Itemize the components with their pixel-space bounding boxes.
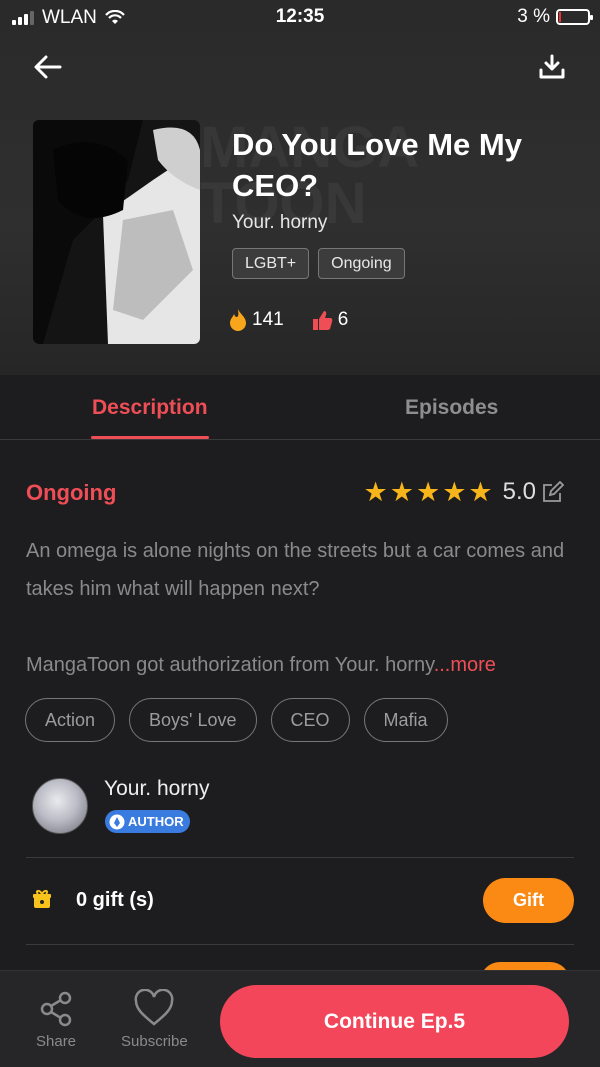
subscribe-label: Subscribe	[121, 1033, 188, 1050]
authorization-note: MangaToon got authorization from Your. h…	[26, 646, 586, 684]
likes-count: 141	[252, 309, 284, 330]
download-button[interactable]	[532, 47, 572, 87]
genre-chip[interactable]: Action	[25, 698, 116, 742]
tag-lgbt[interactable]: LGBT+	[232, 248, 310, 279]
gift-count: 0 gift (s)	[76, 889, 154, 911]
dislikes-stat[interactable]: 6	[312, 308, 349, 332]
status-bar: WLAN 12:35 3 %	[0, 0, 600, 36]
clock: 12:35	[275, 6, 325, 27]
author-name-header[interactable]: Your. horny	[232, 212, 327, 234]
download-icon	[539, 54, 565, 79]
author-row[interactable]: Your. horny AUTHOR	[32, 775, 572, 855]
share-icon	[40, 991, 72, 1027]
genre-list: Action Boys' Love CEO Mafia	[25, 698, 448, 742]
active-tab-indicator	[91, 436, 209, 439]
tab-bar: Description Episodes	[0, 376, 600, 440]
stats: 141 6	[228, 308, 348, 332]
author-avatar[interactable]	[32, 778, 88, 834]
back-button[interactable]	[28, 47, 68, 87]
back-arrow-icon	[34, 55, 62, 79]
author-badge-label: AUTHOR	[128, 814, 184, 829]
tag-ongoing[interactable]: Ongoing	[318, 248, 405, 279]
genre-chip[interactable]: Mafia	[363, 698, 448, 742]
author-name[interactable]: Your. horny	[104, 777, 209, 801]
continue-reading-button[interactable]: Continue Ep.5	[220, 985, 569, 1058]
battery-icon	[556, 9, 593, 25]
gift-row: 0 gift (s) Gift	[26, 877, 574, 925]
share-label: Share	[36, 1033, 77, 1050]
heart-icon	[134, 989, 174, 1026]
gift-button[interactable]: Gift	[483, 878, 574, 923]
star-icon: ★	[389, 477, 414, 507]
divider	[26, 944, 574, 945]
thumbs-down-icon	[312, 311, 333, 330]
bottom-bar: Share Subscribe Continue Ep.5	[0, 970, 600, 1067]
cover-art	[33, 120, 200, 344]
star-icon: ★	[415, 477, 441, 507]
tab-episodes[interactable]: Episodes	[405, 396, 498, 420]
gift-icon	[33, 890, 51, 908]
authorization-text: MangaToon got authorization from Your. h…	[26, 654, 434, 676]
genre-chip[interactable]: CEO	[270, 698, 350, 742]
genre-chip[interactable]: Boys' Love	[129, 698, 257, 742]
tab-description[interactable]: Description	[92, 396, 208, 420]
book-title: Do You Love Me My CEO?	[232, 127, 522, 203]
star-icon: ★	[363, 477, 388, 507]
battery-percent: 3 %	[517, 6, 550, 27]
likes-stat[interactable]: 141	[228, 308, 284, 332]
synopsis: An omega is alone nights on the streets …	[26, 540, 565, 600]
author-badge-icon	[109, 814, 125, 829]
dislikes-count: 6	[337, 309, 349, 330]
author-badge: AUTHOR	[105, 810, 190, 833]
header: WLAN 12:35 3 % MANGA TOON Do You Love Me…	[0, 0, 600, 375]
subscribe-button[interactable]: Subscribe	[121, 989, 188, 1050]
edit-rating-icon[interactable]	[542, 481, 564, 503]
divider	[26, 857, 574, 858]
tag-list: LGBT+ Ongoing	[232, 248, 405, 279]
fire-icon	[230, 309, 246, 331]
share-button[interactable]: Share	[36, 989, 76, 1050]
cover-image[interactable]	[33, 120, 200, 344]
rating-value: 5.0	[502, 478, 536, 505]
status-label: Ongoing	[26, 480, 117, 505]
star-icon: ★	[468, 477, 493, 507]
star-icon: ★	[442, 477, 467, 507]
rating: ★ ★ ★ ★ ★ 5.0	[364, 478, 564, 506]
more-link[interactable]: ...more	[434, 654, 496, 676]
